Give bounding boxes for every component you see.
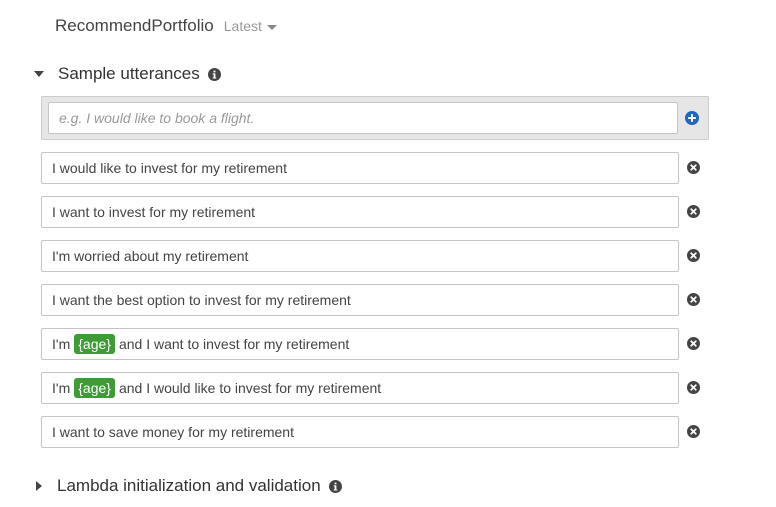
utterance-text: I want to save money for my retirement bbox=[52, 424, 294, 440]
utterance-text: I'm worried about my retirement bbox=[52, 248, 249, 264]
utterance-row: I'm {age} and I want to invest for my re… bbox=[41, 328, 711, 360]
new-utterance-box bbox=[41, 96, 709, 140]
utterance-field[interactable]: I want to save money for my retirement bbox=[41, 416, 679, 448]
utterance-row: I'm worried about my retirement bbox=[41, 240, 711, 272]
utterance-field[interactable]: I'm worried about my retirement bbox=[41, 240, 679, 272]
utterance-text: I want the best option to invest for my … bbox=[52, 292, 351, 308]
utterance-text: I want to invest for my retirement bbox=[52, 204, 256, 220]
utterance-field[interactable]: I'm {age} and I would like to invest for… bbox=[41, 372, 679, 404]
utterance-row: I want to save money for my retirement bbox=[41, 416, 711, 448]
version-label: Latest bbox=[223, 18, 262, 34]
utterance-suffix: and I would like to invest for my retire… bbox=[118, 380, 382, 396]
utterance-row: I want to invest for my retirement bbox=[41, 196, 711, 228]
utterance-prefix: I'm bbox=[52, 380, 71, 396]
remove-icon[interactable] bbox=[687, 337, 700, 350]
caret-right-icon[interactable] bbox=[36, 481, 42, 491]
sample-utterances-title: Sample utterances bbox=[58, 64, 200, 83]
plus-circle-icon[interactable] bbox=[685, 111, 699, 125]
lambda-section-header[interactable]: Lambda initialization and validation bbox=[30, 476, 342, 496]
utterance-row: I would like to invest for my retirement bbox=[41, 152, 711, 184]
utterance-text: I would like to invest for my retirement bbox=[52, 160, 287, 176]
intent-header: RecommendPortfolio Latest bbox=[55, 14, 277, 38]
new-utterance-input[interactable] bbox=[48, 102, 678, 134]
utterance-field[interactable]: I'm {age} and I want to invest for my re… bbox=[41, 328, 679, 360]
intent-name: RecommendPortfolio bbox=[55, 16, 214, 35]
caret-down-icon[interactable] bbox=[34, 71, 44, 77]
utterance-field[interactable]: I want to invest for my retirement bbox=[41, 196, 679, 228]
lambda-section-title: Lambda initialization and validation bbox=[57, 476, 321, 495]
remove-icon[interactable] bbox=[687, 425, 700, 438]
remove-icon[interactable] bbox=[687, 161, 700, 174]
utterance-prefix: I'm bbox=[52, 336, 71, 352]
utterance-field[interactable]: I want the best option to invest for my … bbox=[41, 284, 679, 316]
info-icon[interactable] bbox=[207, 67, 221, 81]
slot-tag[interactable]: {age} bbox=[74, 378, 115, 398]
utterance-row: I want the best option to invest for my … bbox=[41, 284, 711, 316]
remove-icon[interactable] bbox=[687, 293, 700, 306]
remove-icon[interactable] bbox=[687, 381, 700, 394]
chevron-down-icon bbox=[266, 24, 277, 30]
utterance-row: I'm {age} and I would like to invest for… bbox=[41, 372, 711, 404]
slot-tag[interactable]: {age} bbox=[74, 334, 115, 354]
remove-icon[interactable] bbox=[687, 249, 700, 262]
info-icon[interactable] bbox=[328, 479, 342, 493]
version-dropdown[interactable]: Latest bbox=[224, 18, 277, 34]
sample-utterances-header[interactable]: Sample utterances bbox=[30, 64, 221, 84]
remove-icon[interactable] bbox=[687, 205, 700, 218]
utterance-field[interactable]: I would like to invest for my retirement bbox=[41, 152, 679, 184]
utterance-suffix: and I want to invest for my retirement bbox=[118, 336, 350, 352]
